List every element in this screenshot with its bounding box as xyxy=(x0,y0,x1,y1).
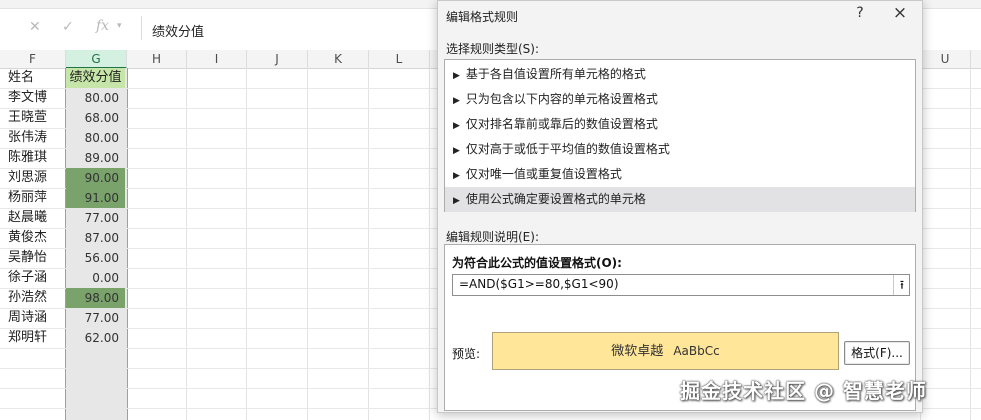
preview-sample: AaBbCc xyxy=(673,344,720,358)
score-cell[interactable]: 0.00 xyxy=(66,268,125,288)
chevron-down-icon[interactable]: ▾ xyxy=(117,21,122,31)
preview-text: 微软卓越 xyxy=(611,344,664,359)
edit-format-rule-dialog: 编辑格式规则 ? × 选择规则类型(S): ▶ 基于各自值设置所有单元格的格式 ▶… xyxy=(437,0,923,413)
triangle-right-icon: ▶ xyxy=(453,71,460,81)
score-cell[interactable]: 62.00 xyxy=(66,328,125,348)
rule-description-label: 编辑规则说明(E): xyxy=(446,230,539,244)
dialog-title: 编辑格式规则 xyxy=(446,10,519,24)
name-cell[interactable]: 张伟涛 xyxy=(8,128,64,148)
help-icon[interactable]: ? xyxy=(852,5,868,21)
column-header-g[interactable]: G xyxy=(66,50,127,69)
header-cell-score[interactable]: 绩效分值 xyxy=(66,68,125,88)
rule-type-item[interactable]: ▶ 仅对排名靠前或靠后的数值设置格式 xyxy=(445,112,915,137)
column-header-j[interactable]: J xyxy=(247,50,308,68)
preview-box: 微软卓越 AaBbCc xyxy=(492,332,839,370)
format-button[interactable]: 格式(F)... xyxy=(844,341,910,365)
name-cell[interactable]: 吴静怡 xyxy=(8,248,64,268)
triangle-right-icon: ▶ xyxy=(453,171,460,181)
preview-label: 预览: xyxy=(452,347,481,361)
triangle-right-icon: ▶ xyxy=(453,196,460,206)
name-cell[interactable]: 徐子涵 xyxy=(8,268,64,288)
rule-type-label: 选择规则类型(S): xyxy=(446,42,540,56)
column-header-l[interactable]: L xyxy=(369,50,430,68)
formula-label: 为符合此公式的值设置格式(O): xyxy=(452,256,622,270)
rule-type-item[interactable]: ▶ 仅对唯一值或重复值设置格式 xyxy=(445,162,915,187)
watermark: 掘金技术社区 @ 智慧老师 xyxy=(680,379,927,403)
score-cell[interactable]: 56.00 xyxy=(66,248,125,268)
close-icon[interactable]: ✕ xyxy=(29,19,41,35)
formula-input[interactable]: =AND($G1>=80,$G1<90) ⭱ xyxy=(452,274,910,296)
name-cell[interactable]: 郑明轩 xyxy=(8,328,64,348)
triangle-right-icon: ▶ xyxy=(453,96,460,106)
name-cell[interactable]: 周诗涵 xyxy=(8,308,64,328)
column-header-h[interactable]: H xyxy=(127,50,187,68)
name-cell[interactable]: 黄俊杰 xyxy=(8,228,64,248)
column-header-k[interactable]: K xyxy=(308,50,369,68)
score-cell[interactable]: 91.00 xyxy=(66,188,125,208)
rule-type-item[interactable]: ▶ 基于各自值设置所有单元格的格式 xyxy=(445,62,915,87)
triangle-right-icon: ▶ xyxy=(453,121,460,131)
column-header-f[interactable]: F xyxy=(0,50,66,68)
name-cell[interactable]: 杨丽萍 xyxy=(8,188,64,208)
score-cell[interactable]: 80.00 xyxy=(66,88,125,108)
score-cell[interactable]: 89.00 xyxy=(66,148,125,168)
score-cell[interactable]: 77.00 xyxy=(66,208,125,228)
score-cell[interactable]: 90.00 xyxy=(66,168,125,188)
header-cell-name[interactable]: 姓名 xyxy=(8,68,64,88)
triangle-right-icon: ▶ xyxy=(453,146,460,156)
rule-type-item-selected[interactable]: ▶ 使用公式确定要设置格式的单元格 xyxy=(445,187,915,212)
name-cell[interactable]: 陈雅琪 xyxy=(8,148,64,168)
name-cell[interactable]: 刘思源 xyxy=(8,168,64,188)
score-cell[interactable]: 80.00 xyxy=(66,128,125,148)
score-cell[interactable]: 87.00 xyxy=(66,228,125,248)
check-icon[interactable]: ✓ xyxy=(62,19,74,35)
score-cell[interactable]: 77.00 xyxy=(66,308,125,328)
score-cell[interactable]: 68.00 xyxy=(66,108,125,128)
rule-type-item[interactable]: ▶ 只为包含以下内容的单元格设置格式 xyxy=(445,87,915,112)
formula-input-value: =AND($G1>=80,$G1<90) xyxy=(459,277,619,291)
column-header-u[interactable]: U xyxy=(920,50,971,68)
name-cell[interactable]: 孙浩然 xyxy=(8,288,64,308)
name-cell[interactable]: 李文博 xyxy=(8,88,64,108)
rule-type-list[interactable]: ▶ 基于各自值设置所有单元格的格式 ▶ 只为包含以下内容的单元格设置格式 ▶ 仅对排名… xyxy=(444,59,916,212)
insert-function-icon[interactable]: fx xyxy=(96,18,109,34)
formula-divider xyxy=(141,16,142,40)
name-cell[interactable]: 王晓萱 xyxy=(8,108,64,128)
close-icon[interactable]: × xyxy=(890,3,910,23)
formula-content[interactable]: 绩效分值 xyxy=(152,21,204,40)
name-cell[interactable]: 赵晨曦 xyxy=(8,208,64,228)
column-header-i[interactable]: I xyxy=(187,50,247,68)
collapse-dialog-icon[interactable]: ⭱ xyxy=(893,275,910,295)
rule-type-item[interactable]: ▶ 仅对高于或低于平均值的数值设置格式 xyxy=(445,137,915,162)
score-cell[interactable]: 98.00 xyxy=(66,288,125,308)
